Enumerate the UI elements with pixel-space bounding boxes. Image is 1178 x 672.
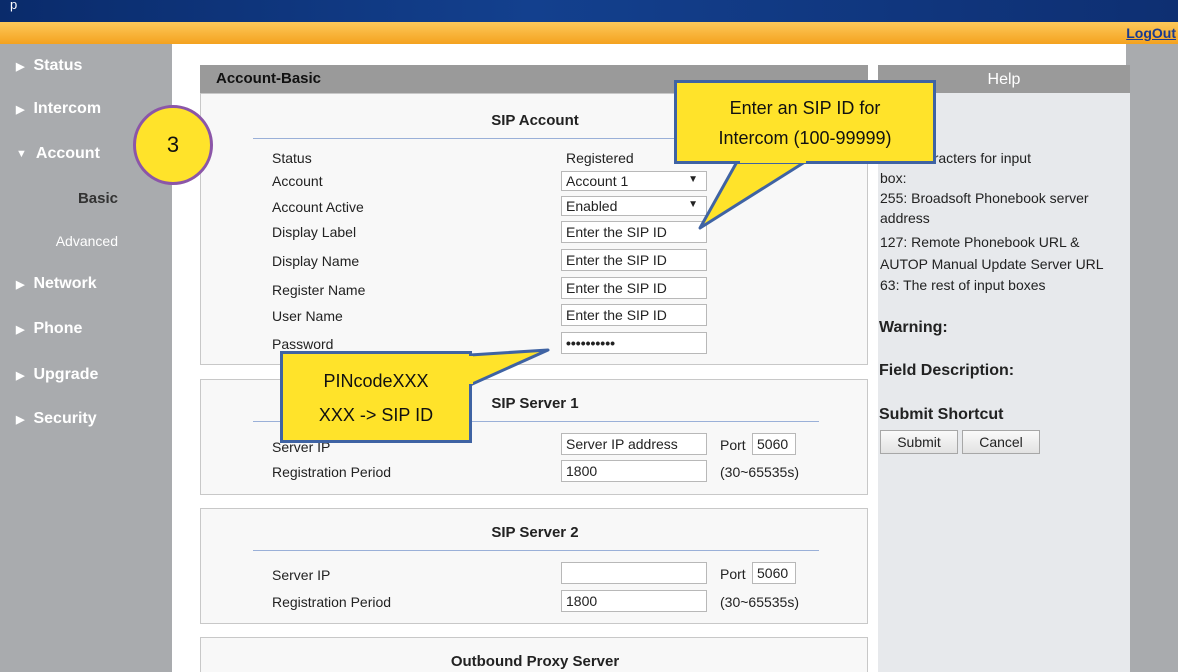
register-name-label: Register Name: [272, 282, 366, 298]
top-banner-text: p: [10, 0, 18, 12]
user-name-input[interactable]: Enter the SIP ID: [561, 304, 707, 326]
account-select-value: Account 1: [566, 173, 629, 189]
account-active-value: Enabled: [566, 198, 618, 214]
help-text-line: box:: [880, 170, 907, 186]
password-input[interactable]: ••••••••••: [561, 332, 707, 354]
help-text-line: address: [880, 210, 930, 226]
sidebar-item-label: Network: [33, 275, 97, 292]
outbound-proxy-header: Outbound Proxy Server: [450, 653, 620, 670]
orange-header-bar: [0, 22, 1178, 44]
triangle-right-icon: ▶: [16, 369, 25, 382]
reg-period-range: (30~65535s): [720, 464, 800, 480]
submit-button[interactable]: Submit: [880, 430, 958, 454]
sidebar-item-intercom[interactable]: ▶ Intercom: [16, 100, 101, 118]
triangle-right-icon: ▶: [16, 278, 25, 291]
sidebar-item-upgrade[interactable]: ▶ Upgrade: [16, 366, 98, 384]
server-1-reg-period-input[interactable]: 1800: [561, 460, 707, 482]
reg-period-range: (30~65535s): [720, 594, 800, 610]
sidebar-item-label: Intercom: [33, 100, 102, 117]
cancel-button[interactable]: Cancel: [962, 430, 1040, 454]
triangle-right-icon: ▶: [16, 323, 25, 336]
sidebar-item-label: Phone: [33, 320, 83, 337]
callout-line: Enter an SIP ID for: [729, 98, 881, 118]
sidebar-item-status[interactable]: ▶ Status: [16, 57, 82, 75]
server-2-reg-period-input[interactable]: 1800: [561, 590, 707, 612]
account-select[interactable]: Account 1 ▼: [561, 171, 707, 191]
outbound-proxy-section: Outbound Proxy Server: [200, 637, 868, 672]
sidebar-item-label: Upgrade: [33, 366, 99, 383]
triangle-right-icon: ▶: [16, 60, 25, 73]
sidebar-subitem-advanced[interactable]: Advanced: [0, 233, 118, 249]
registration-period-label: Registration Period: [272, 464, 392, 480]
password-label: Password: [272, 336, 334, 352]
status-value: Registered: [566, 150, 634, 166]
server-1-ip-input[interactable]: Server IP address: [561, 433, 707, 455]
display-name-input[interactable]: Enter the SIP ID: [561, 249, 707, 271]
sidebar-item-security[interactable]: ▶ Security: [16, 410, 97, 428]
triangle-down-icon: ▼: [16, 148, 27, 160]
top-banner: p: [0, 0, 1178, 22]
sidebar-item-label: Security: [33, 410, 97, 427]
step-number-badge: 3: [133, 105, 213, 185]
triangle-right-icon: ▶: [16, 103, 25, 116]
port-label: Port: [720, 437, 746, 453]
display-label-input[interactable]: Enter the SIP ID: [561, 221, 707, 243]
sidebar-item-phone[interactable]: ▶ Phone: [16, 320, 82, 338]
sidebar-subitem-basic[interactable]: Basic: [0, 190, 118, 207]
help-text-line: 255: Broadsoft Phonebook server: [880, 190, 1089, 206]
server-1-port-input[interactable]: 5060: [752, 433, 796, 455]
callout-join: [740, 158, 806, 163]
user-name-label: User Name: [272, 308, 343, 324]
logout-link[interactable]: LogOut: [1126, 25, 1176, 41]
server-ip-label: Server IP: [272, 567, 331, 583]
help-field-description-heading: Field Description:: [879, 362, 1015, 379]
register-name-input[interactable]: Enter the SIP ID: [561, 277, 707, 299]
sidebar-item-label: Status: [33, 57, 83, 74]
help-text-line: 63: The rest of input boxes: [880, 277, 1046, 293]
sidebar-item-account[interactable]: ▼ Account: [16, 145, 100, 163]
server-2-port-input[interactable]: 5060: [752, 562, 796, 584]
help-warning-heading: Warning:: [879, 319, 948, 336]
callout-line: XXX -> SIP ID: [318, 405, 434, 425]
sidebar-item-label: Account: [35, 145, 100, 162]
right-gutter: [1126, 44, 1178, 672]
help-submit-shortcut-heading: Submit Shortcut: [879, 406, 1004, 423]
sip-server-2-header: SIP Server 2: [491, 524, 579, 541]
server-2-ip-input[interactable]: [561, 562, 707, 584]
dropdown-arrow-icon: ▼: [688, 199, 698, 210]
section-divider: [253, 550, 819, 551]
help-panel: [878, 93, 1130, 672]
sidebar-item-network[interactable]: ▶ Network: [16, 275, 97, 293]
status-label: Status: [272, 150, 312, 166]
dropdown-arrow-icon: ▼: [688, 174, 698, 185]
account-label: Account: [272, 173, 323, 189]
callout-line: Intercom (100-99999): [718, 128, 892, 148]
help-text-line: 127: Remote Phonebook URL &: [880, 234, 1080, 250]
callout-line: PINcodeXXX: [323, 371, 429, 391]
callout-sip-id: Enter an SIP ID for Intercom (100-99999): [674, 80, 936, 164]
account-active-label: Account Active: [272, 199, 364, 215]
registration-period-label: Registration Period: [272, 594, 392, 610]
triangle-right-icon: ▶: [16, 413, 25, 426]
help-text-line: AUTOP Manual Update Server URL: [880, 256, 1104, 272]
display-name-label: Display Name: [272, 253, 360, 269]
port-label: Port: [720, 566, 746, 582]
callout-pin-code: PINcodeXXX XXX -> SIP ID: [280, 351, 472, 443]
display-label-label: Display Label: [272, 224, 357, 240]
callout-join: [467, 356, 473, 384]
account-active-select[interactable]: Enabled ▼: [561, 196, 707, 216]
